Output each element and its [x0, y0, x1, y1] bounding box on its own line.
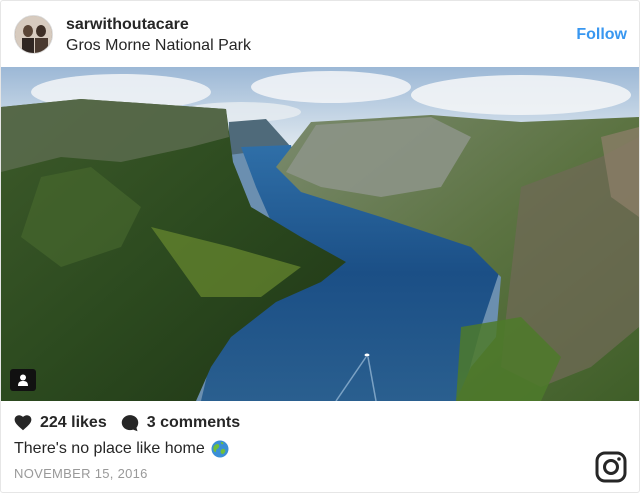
post-date: NOVEMBER 15, 2016	[14, 466, 148, 481]
post-photo[interactable]	[1, 67, 639, 401]
post-caption: There's no place like home	[14, 440, 229, 458]
comment-bubble-icon	[121, 415, 138, 432]
globe-emoji-icon	[211, 440, 229, 458]
location[interactable]: Gros Morne National Park	[66, 37, 251, 55]
heart-icon	[14, 415, 32, 431]
avatar[interactable]	[14, 15, 53, 54]
likes-label: 224 likes	[40, 414, 107, 431]
comments-count[interactable]: 3 comments	[121, 414, 240, 432]
likes-count[interactable]: 224 likes	[14, 414, 107, 432]
comments-label: 3 comments	[146, 414, 241, 431]
post-stats: 224 likes 3 comments	[14, 412, 240, 434]
user-tag-icon[interactable]	[10, 369, 36, 391]
instagram-icon[interactable]	[595, 451, 627, 483]
instagram-embed-card: sarwithoutacare Gros Morne National Park…	[0, 0, 640, 493]
follow-button[interactable]: Follow	[576, 26, 627, 44]
post-header: sarwithoutacare Gros Morne National Park…	[1, 1, 639, 67]
caption-text: There's no place like home	[14, 440, 205, 457]
username[interactable]: sarwithoutacare	[66, 16, 189, 34]
